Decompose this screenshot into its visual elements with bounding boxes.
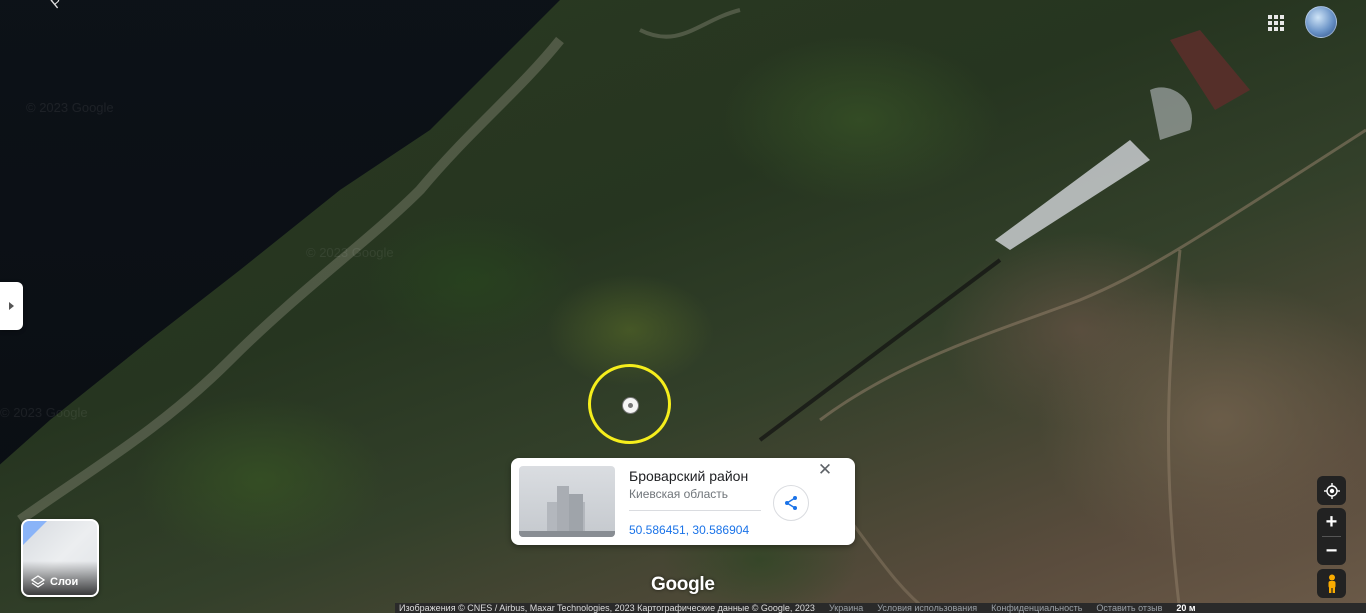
zoom-out-button[interactable]: −	[1317, 537, 1346, 565]
location-pin-icon[interactable]	[622, 397, 639, 414]
google-apps-button[interactable]	[1266, 13, 1286, 33]
place-info-card[interactable]: Броварский район Киевская область 50.586…	[511, 458, 855, 545]
triangle-right-icon	[9, 302, 14, 310]
scale-label[interactable]: 20 м	[1176, 603, 1195, 613]
country-link[interactable]: Украина	[829, 603, 863, 613]
street-view-button[interactable]	[1317, 569, 1346, 598]
my-location-button[interactable]	[1317, 476, 1346, 505]
close-icon[interactable]: ✕	[815, 460, 835, 480]
zoom-in-button[interactable]: +	[1317, 508, 1346, 536]
layers-label: Слои	[50, 576, 79, 588]
my-location-icon	[1323, 482, 1340, 499]
google-logo: Google	[651, 574, 715, 595]
place-title: Броварский район	[629, 468, 749, 484]
map-watermark: © 2023 Google	[26, 100, 114, 115]
attribution-bar: Изображения © CNES / Airbus, Maxar Techn…	[395, 603, 1366, 613]
layers-thumbnail-corner	[23, 521, 47, 545]
share-icon	[785, 496, 797, 510]
layers-button[interactable]: Слои	[21, 519, 99, 597]
share-button[interactable]	[773, 485, 809, 521]
terms-link[interactable]: Условия использования	[877, 603, 977, 613]
privacy-link[interactable]: Конфиденциальность	[991, 603, 1082, 613]
imagery-attribution: Изображения © CNES / Airbus, Maxar Techn…	[399, 603, 815, 613]
account-avatar[interactable]	[1305, 6, 1337, 38]
place-subtitle: Киевская область	[629, 487, 729, 501]
feedback-link[interactable]: Оставить отзыв	[1096, 603, 1162, 613]
pegman-icon	[1328, 574, 1335, 593]
grid-icon	[1268, 15, 1272, 19]
side-panel-toggle-button[interactable]	[0, 282, 23, 330]
card-divider	[629, 510, 761, 511]
zoom-controls: + −	[1317, 508, 1346, 565]
place-thumbnail[interactable]	[519, 466, 615, 537]
layers-icon	[30, 575, 46, 588]
map-watermark: © 2023 Google	[306, 245, 394, 260]
map-watermark: © 2023 Google	[0, 405, 88, 420]
place-coordinates-link[interactable]: 50.586451, 30.586904	[629, 523, 749, 537]
